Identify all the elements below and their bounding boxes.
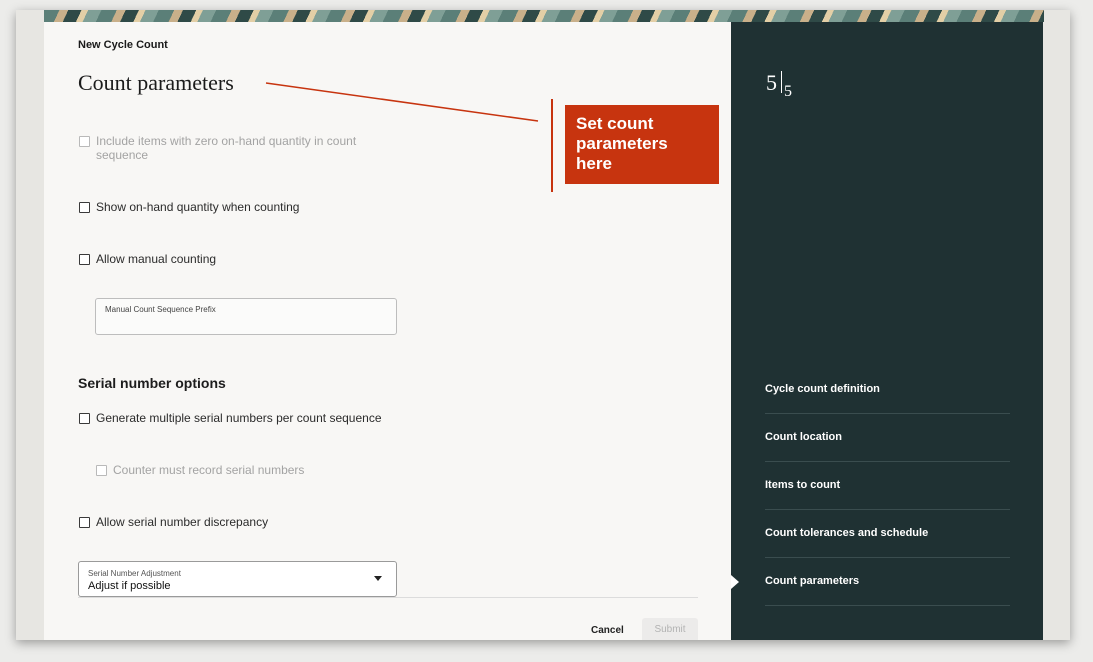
app-window: New Cycle Count Count parameters Set cou… [16,10,1070,640]
serial-adjustment-value: Adjust if possible [88,580,171,592]
step-cycle-count-definition[interactable]: Cycle count definition [765,366,1010,414]
generate-multiple-label: Generate multiple serial numbers per cou… [96,411,382,425]
current-step: 5 [766,70,777,95]
manual-prefix-label: Manual Count Sequence Prefix [105,305,216,314]
checkbox-box[interactable] [79,254,90,265]
step-separator [781,71,782,93]
zero-onhand-checkbox[interactable]: Include items with zero on-hand quantity… [79,134,369,162]
allow-discrepancy-label: Allow serial number discrepancy [96,515,269,529]
main-panel: New Cycle Count Count parameters Set cou… [44,22,731,640]
checkbox-box[interactable] [96,465,107,476]
cancel-button[interactable]: Cancel [591,625,624,636]
total-steps: 5 [784,83,792,100]
show-onhand-label: Show on-hand quantity when counting [96,200,300,214]
allow-manual-label: Allow manual counting [96,252,217,266]
step-sidebar: 55 Cycle count definition Count location… [731,22,1043,640]
manual-prefix-field[interactable]: Manual Count Sequence Prefix [95,298,397,335]
counter-must-record-label: Counter must record serial numbers [113,463,305,477]
header-pattern [44,10,1044,22]
step-count-tolerances-and-schedule[interactable]: Count tolerances and schedule [765,510,1010,558]
show-onhand-checkbox[interactable]: Show on-hand quantity when counting [79,200,299,214]
footer-divider [78,597,698,598]
serial-adjustment-label: Serial Number Adjustment [88,569,181,578]
step-count-parameters[interactable]: Count parameters [731,558,1010,606]
checkbox-box[interactable] [79,136,90,147]
checkbox-box[interactable] [79,517,90,528]
allow-discrepancy-checkbox[interactable]: Allow serial number discrepancy [79,515,268,529]
step-items-to-count[interactable]: Items to count [765,462,1010,510]
allow-manual-checkbox[interactable]: Allow manual counting [79,252,216,266]
callout-bar [551,99,553,192]
serial-options-heading: Serial number options [78,375,226,391]
step-count-location[interactable]: Count location [765,414,1010,462]
counter-must-record-checkbox[interactable]: Counter must record serial numbers [96,463,304,477]
callout-box: Set count parameters here [565,105,719,184]
checkbox-box[interactable] [79,413,90,424]
serial-adjustment-select[interactable]: Serial Number Adjustment Adjust if possi… [78,561,397,597]
submit-button[interactable]: Submit [642,618,698,640]
step-list: Cycle count definition Count location It… [731,366,1010,606]
generate-multiple-checkbox[interactable]: Generate multiple serial numbers per cou… [79,411,382,425]
zero-onhand-label: Include items with zero on-hand quantity… [96,134,357,162]
checkbox-box[interactable] [79,202,90,213]
chevron-down-icon[interactable] [374,576,382,581]
step-counter: 55 [766,70,792,101]
